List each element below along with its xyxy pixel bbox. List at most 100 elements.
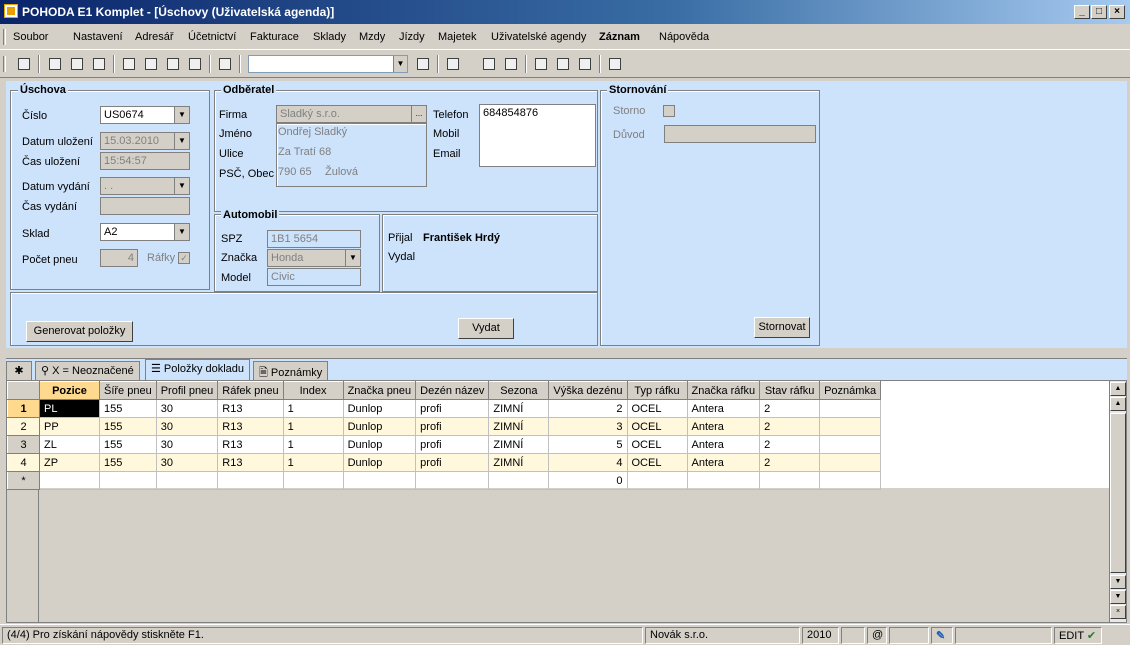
column-header[interactable]: Dezén název [415, 381, 490, 400]
coins-icon[interactable] [502, 55, 520, 73]
table-row[interactable]: 4 ZP 155 30 R13 1 Dunlop profi ZIMNÍ 4 OCEL Antera 2 [7, 453, 882, 472]
table-cell[interactable] [415, 471, 490, 490]
dropdown-icon[interactable]: ▼ [174, 133, 189, 149]
table-cell[interactable]: 155 [99, 453, 157, 472]
table-cell[interactable] [819, 453, 882, 472]
document-out-icon[interactable] [576, 55, 594, 73]
dropdown-icon[interactable]: ▼ [174, 178, 189, 194]
table-cell[interactable]: 1 [282, 453, 344, 472]
table-cell[interactable]: Antera [686, 399, 761, 418]
tab-new-icon[interactable]: ✱ [6, 361, 32, 380]
menu-uzivatelske-agendy[interactable]: Uživatelské agendy [491, 31, 586, 43]
table-cell[interactable]: profi [415, 435, 490, 454]
scroll-bottom-icon[interactable]: ▼ [1110, 590, 1126, 604]
table-row[interactable]: 3 ZL 155 30 R13 1 Dunlop profi ZIMNÍ 5 OCEL Antera 2 [7, 435, 882, 454]
stornovat-button[interactable]: Stornovat [754, 317, 810, 338]
table-cell[interactable]: 2 [759, 453, 821, 472]
column-header[interactable]: Poznámka [819, 381, 882, 400]
table-cell[interactable]: R13 [217, 435, 284, 454]
help-icon[interactable] [606, 55, 624, 73]
column-header[interactable]: Šíře pneu [99, 381, 157, 400]
menu-sklady[interactable]: Sklady [313, 31, 346, 43]
table-cell[interactable]: 30 [155, 399, 219, 418]
table-cell[interactable]: PP [39, 417, 100, 436]
column-header[interactable]: Výška dezénu [548, 381, 628, 400]
exit-icon[interactable] [15, 55, 33, 73]
table-cell[interactable] [626, 471, 688, 490]
table-row[interactable]: * 0 [7, 471, 882, 490]
maximize-button[interactable]: □ [1091, 5, 1107, 19]
table-cell[interactable]: Dunlop [342, 417, 417, 436]
table-cell[interactable]: ZIMNÍ [488, 453, 550, 472]
column-header[interactable]: Pozice [39, 381, 100, 400]
table-cell[interactable] [819, 399, 882, 418]
row-header[interactable]: 4 [7, 453, 40, 472]
menu-mzdy[interactable]: Mzdy [359, 31, 385, 43]
table-cell[interactable]: 1 [282, 435, 344, 454]
print-preview-icon[interactable] [90, 55, 108, 73]
table-cell[interactable]: Antera [686, 435, 761, 454]
chevron-down-icon[interactable]: ▼ [393, 56, 407, 72]
table-cell[interactable] [488, 471, 550, 490]
dropdown-icon[interactable]: ▼ [345, 250, 360, 266]
row-header[interactable]: 1 [7, 399, 40, 418]
table-cell[interactable]: Dunlop [342, 435, 417, 454]
telefon-field[interactable]: 684854876 [479, 104, 596, 167]
document-in-icon[interactable] [532, 55, 550, 73]
table-cell[interactable]: 155 [99, 399, 157, 418]
sklad-field[interactable]: A2 ▼ [100, 223, 190, 241]
column-header[interactable]: Profil pneu [155, 381, 219, 400]
cas-ulozeni-field[interactable]: 15:54:57 [100, 152, 190, 170]
scroll-top-icon[interactable]: ▲ [1110, 382, 1126, 396]
edit-icon[interactable] [142, 55, 160, 73]
cislo-field[interactable]: US0674 ▼ [100, 106, 190, 124]
menu-napoveda[interactable]: Nápověda [659, 31, 709, 43]
scroll-up-icon[interactable]: ▲ [1110, 397, 1126, 411]
copy-record-icon[interactable] [46, 55, 64, 73]
table-cell[interactable]: profi [415, 399, 490, 418]
table-cell[interactable] [39, 471, 100, 490]
table-cell[interactable] [155, 471, 219, 490]
table-cell[interactable]: OCEL [626, 399, 688, 418]
table-row[interactable]: 2 PP 155 30 R13 1 Dunlop profi ZIMNÍ 3 OCEL Antera 2 [7, 417, 882, 436]
table-cell[interactable]: 2 [759, 417, 821, 436]
vydat-button[interactable]: Vydat [458, 318, 514, 339]
table-cell[interactable] [342, 471, 417, 490]
table-cell[interactable]: 5 [548, 435, 628, 454]
browse-firma-button[interactable]: ... [411, 106, 426, 122]
table-cell[interactable]: OCEL [626, 435, 688, 454]
table-cell[interactable] [217, 471, 284, 490]
table-cell[interactable] [686, 471, 761, 490]
cas-vydani-field[interactable] [100, 197, 190, 215]
print-icon[interactable] [68, 55, 86, 73]
row-header[interactable]: 3 [7, 435, 40, 454]
column-header[interactable]: Stav ráfku [759, 381, 821, 400]
table-cell[interactable]: Dunlop [342, 453, 417, 472]
obec-value[interactable]: Žulová [325, 166, 358, 178]
table-cell[interactable]: 2 [759, 435, 821, 454]
filter-icon[interactable] [414, 55, 432, 73]
vertical-scrollbar[interactable]: ▲ ▲ ▼ ▼ × [1109, 381, 1126, 622]
menu-jizdy[interactable]: Jízdy [399, 31, 425, 43]
jmeno-value[interactable]: Ondřej Sladký [278, 126, 347, 138]
ulice-value[interactable]: Za Tratí 68 [278, 146, 331, 158]
table-cell[interactable]: 2 [548, 399, 628, 418]
tab-filter[interactable]: ⚲ X = Neoznačené [35, 361, 140, 380]
table-cell[interactable]: profi [415, 453, 490, 472]
calculator-icon[interactable] [480, 55, 498, 73]
column-header[interactable]: Index [282, 381, 344, 400]
menu-nastaveni[interactable]: Nastavení [73, 31, 123, 43]
pocet-pneu-field[interactable]: 4 [100, 249, 138, 267]
table-cell[interactable]: ZIMNÍ [488, 417, 550, 436]
tab-polozky-dokladu[interactable]: ☰ Položky dokladu [145, 359, 251, 380]
menu-majetek[interactable]: Majetek [438, 31, 477, 43]
table-cell[interactable] [99, 471, 157, 490]
duvod-field[interactable] [664, 125, 816, 143]
row-header[interactable]: 2 [7, 417, 40, 436]
chevron-down-icon[interactable] [466, 55, 476, 73]
menu-ucetnictvi[interactable]: Účetnictví [188, 31, 236, 43]
table-cell[interactable]: Antera [686, 453, 761, 472]
table-cell[interactable]: OCEL [626, 453, 688, 472]
dropdown-icon[interactable]: ▼ [174, 224, 189, 240]
close-grid-icon[interactable]: × [1110, 605, 1126, 619]
